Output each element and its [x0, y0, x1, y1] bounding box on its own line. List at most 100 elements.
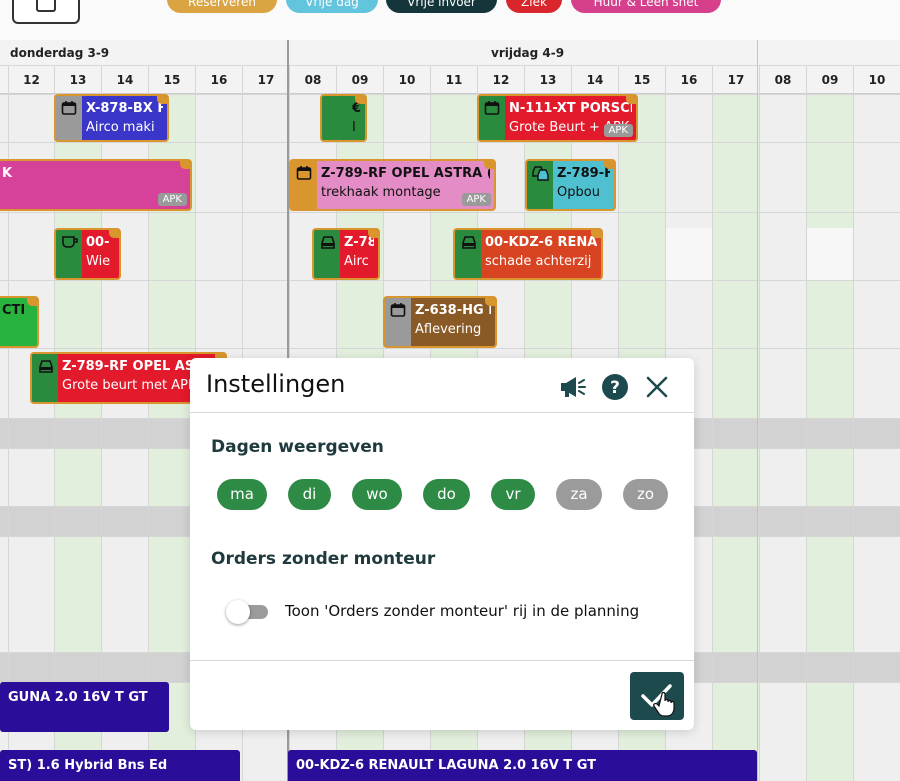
orders-without-mechanic-toggle[interactable] — [226, 599, 270, 625]
planning-order-card[interactable]: 00- Wie — [54, 228, 121, 280]
vrije-invoer-button[interactable]: Vrije invoer — [386, 0, 497, 13]
confirm-button[interactable] — [630, 672, 684, 720]
grid-line — [0, 142, 900, 143]
day-separator — [757, 40, 758, 781]
day-chip-zo[interactable]: zo — [623, 479, 668, 510]
order-bar[interactable]: ST) 1.6 Hybrid Bns Ed — [0, 750, 240, 781]
calendar-view-button[interactable] — [12, 0, 80, 24]
hour-label: 15 — [618, 66, 665, 94]
action-toolbar: Reserveren Vrije dag Vrije invoer Ziek H… — [0, 0, 900, 40]
day-chip-di[interactable]: di — [288, 479, 331, 510]
planning-order-card[interactable]: CTI — [0, 296, 39, 348]
hour-label: 11 — [430, 66, 477, 94]
hour-label: 12 — [477, 66, 524, 94]
planning-order-card[interactable]: 00-KDZ-6 RENAU schade achterzij — [453, 228, 603, 280]
section-title-orders: Orders zonder monteur — [211, 549, 436, 569]
settings-dialog: Instellingen ? Dagen weergeven ma di wo … — [190, 358, 694, 730]
card-corner-marker — [157, 96, 167, 104]
card-corner-marker — [626, 96, 636, 104]
svg-text:?: ? — [610, 378, 620, 398]
grid-line — [853, 94, 854, 781]
day-chip-do[interactable]: do — [423, 479, 470, 510]
planning-order-card[interactable]: Z-789-RF OPEL ASTRA (T trekhaak montage AP… — [289, 159, 496, 211]
huur-leen-button[interactable]: Huur & Leen shet — [571, 0, 721, 13]
grid-line — [0, 348, 900, 349]
toggle-knob — [226, 600, 250, 624]
day-label-friday: vrijdag 4-9 — [491, 46, 565, 60]
day-chip-wo[interactable]: wo — [352, 479, 402, 510]
card-subtitle: Airc — [344, 254, 369, 269]
card-status-strip — [56, 230, 82, 278]
card-title: Z-789-RF OPEL ASTRA (T — [321, 166, 490, 181]
card-corner-marker — [27, 298, 37, 306]
card-status-strip — [291, 161, 317, 209]
dialog-divider — [190, 412, 694, 413]
card-status-strip — [385, 298, 411, 346]
hour-label: 17 — [242, 66, 289, 94]
card-status-strip — [322, 96, 348, 140]
ziek-button[interactable]: Ziek — [506, 0, 562, 13]
dialog-footer-divider — [190, 660, 694, 661]
card-status-strip — [455, 230, 481, 278]
grid-line — [0, 280, 900, 281]
reserveren-button[interactable]: Reserveren — [167, 0, 277, 13]
section-title-days: Dagen weergeven — [211, 437, 384, 457]
hour-label: 10 — [383, 66, 430, 94]
planning-order-card[interactable]: K APK — [0, 159, 192, 211]
hour-label: 13 — [54, 66, 101, 94]
apk-badge: APK — [603, 124, 633, 137]
card-subtitle: Airco maki — [86, 120, 155, 135]
day-chip-vr[interactable]: vr — [491, 479, 535, 510]
grid-cell — [665, 228, 712, 280]
grid-line — [0, 212, 900, 213]
card-subtitle: Aflevering — [415, 322, 482, 337]
card-subtitle: Wie — [86, 254, 111, 269]
grid-line — [759, 94, 760, 781]
card-corner-marker — [591, 230, 601, 238]
hour-label: 10 — [853, 66, 900, 94]
hour-label: 08 — [759, 66, 806, 94]
card-title: K — [2, 166, 13, 181]
day-header-row: donderdag 3-9 vrijdag 4-9 — [0, 40, 900, 66]
card-title: X-878-BX F — [86, 101, 163, 116]
card-subtitle: schade achterzij — [485, 254, 592, 269]
hour-label: 17 — [712, 66, 759, 94]
grid-line — [712, 94, 713, 781]
calendar-icon — [36, 0, 56, 12]
order-bar[interactable]: GUNA 2.0 16V T GT — [0, 682, 169, 732]
hour-label: 09 — [806, 66, 853, 94]
day-chip-ma[interactable]: ma — [217, 479, 267, 510]
help-icon[interactable]: ? — [600, 372, 630, 402]
card-corner-marker — [368, 230, 378, 238]
card-title: Z-638-HG F — [415, 303, 491, 318]
grid-line — [806, 94, 807, 781]
planning-order-card[interactable]: € I — [320, 94, 367, 142]
vrije-dag-button[interactable]: Vrije dag — [286, 0, 378, 13]
card-title: N-111-XT PORSCH — [509, 101, 632, 116]
apk-badge: APK — [157, 193, 187, 206]
dialog-title: Instellingen — [206, 370, 346, 398]
planning-order-card[interactable]: X-878-BX F Airco maki — [54, 94, 169, 142]
planning-order-card[interactable]: N-111-XT PORSCH Grote Beurt + APK APK — [477, 94, 638, 142]
day-chip-za[interactable]: za — [556, 479, 602, 510]
order-bar[interactable]: 00-KDZ-6 RENAULT LAGUNA 2.0 16V T GT — [288, 750, 757, 781]
checkmark-icon — [641, 684, 675, 717]
hour-label: 15 — [148, 66, 195, 94]
planning-order-card[interactable]: Z-78 Airc — [312, 228, 380, 280]
hour-label: 16 — [195, 66, 242, 94]
megaphone-icon[interactable] — [557, 372, 587, 402]
planning-order-card[interactable]: Z-789-F Opbou — [525, 159, 616, 211]
day-label-thursday: donderdag 3-9 — [10, 46, 110, 60]
card-subtitle: Opbou — [557, 185, 600, 200]
planning-order-card[interactable]: Z-638-HG F Aflevering — [383, 296, 497, 348]
card-status-strip — [56, 96, 82, 140]
hour-label: 08 — [289, 66, 336, 94]
hour-label: 16 — [665, 66, 712, 94]
hour-label: 14 — [101, 66, 148, 94]
close-icon[interactable] — [642, 372, 672, 402]
card-corner-marker — [484, 161, 494, 169]
hour-label: 14 — [571, 66, 618, 94]
card-status-strip — [479, 96, 505, 140]
card-subtitle: I — [352, 120, 356, 135]
card-corner-marker — [355, 96, 365, 104]
